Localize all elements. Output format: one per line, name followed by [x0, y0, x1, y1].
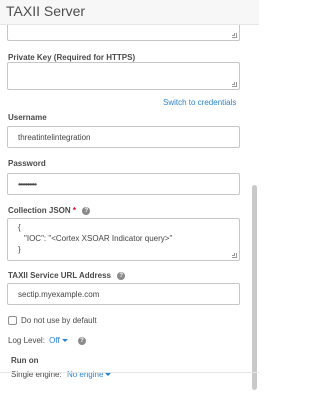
collection-json-textarea[interactable]: { "IOC": "<Cortex XSOAR Indicator query>…: [7, 218, 240, 261]
log-level-label: Log Level:: [8, 336, 45, 345]
question-circle-icon[interactable]: ?: [82, 207, 91, 215]
log-level-dropdown[interactable]: Off: [49, 336, 70, 345]
caret-down-icon: [61, 339, 68, 342]
certificate-textarea[interactable]: [7, 25, 240, 41]
required-marker: *: [72, 206, 77, 215]
password-label: Password: [8, 159, 46, 168]
divider: [0, 372, 259, 373]
resize-handle-icon[interactable]: [232, 253, 237, 258]
scrollbar[interactable]: [252, 25, 257, 400]
resize-handle-icon[interactable]: [232, 82, 237, 87]
do-not-use-checkbox[interactable]: [8, 316, 17, 325]
log-level-row: Log Level: Off ?: [8, 336, 86, 345]
username-value: threatintelintegration: [18, 133, 91, 142]
settings-panel: Private Key (Required for HTTPS) Switch …: [0, 25, 259, 400]
username-input[interactable]: threatintelintegration: [7, 126, 240, 148]
run-on-label: Run on: [11, 356, 39, 365]
question-circle-icon[interactable]: ?: [77, 337, 86, 345]
scrollbar-thumb[interactable]: [252, 185, 257, 390]
switch-to-credentials-link[interactable]: Switch to credentials: [163, 98, 236, 107]
taxii-url-label-text: TAXII Service URL Address: [8, 271, 111, 280]
resize-handle-icon[interactable]: [232, 33, 237, 38]
username-label: Username: [8, 113, 47, 122]
question-circle-icon[interactable]: ?: [117, 272, 126, 280]
taxii-url-value: sectip.myexample.com: [18, 290, 100, 299]
caret-down-icon: [105, 373, 112, 376]
dialog-header: TAXII Server: [0, 0, 259, 25]
private-key-label: Private Key (Required for HTTPS): [8, 53, 136, 62]
private-key-textarea[interactable]: [7, 62, 240, 90]
dialog-title: TAXII Server: [6, 3, 86, 19]
collection-json-label-text: Collection JSON: [8, 206, 71, 215]
collection-json-label: Collection JSON * ?: [8, 206, 91, 215]
json-line-1: {: [18, 223, 21, 232]
do-not-use-label[interactable]: Do not use by default: [21, 316, 97, 325]
json-line-2: "IOC": "<Cortex XSOAR Indicator query>": [24, 234, 173, 243]
password-input[interactable]: ••••••••••: [7, 173, 240, 195]
password-value: ••••••••••: [18, 180, 37, 189]
taxii-url-input[interactable]: sectip.myexample.com: [7, 283, 240, 305]
json-line-3: }: [18, 245, 21, 254]
taxii-url-label: TAXII Service URL Address ?: [8, 271, 126, 280]
log-level-value: Off: [49, 336, 60, 345]
